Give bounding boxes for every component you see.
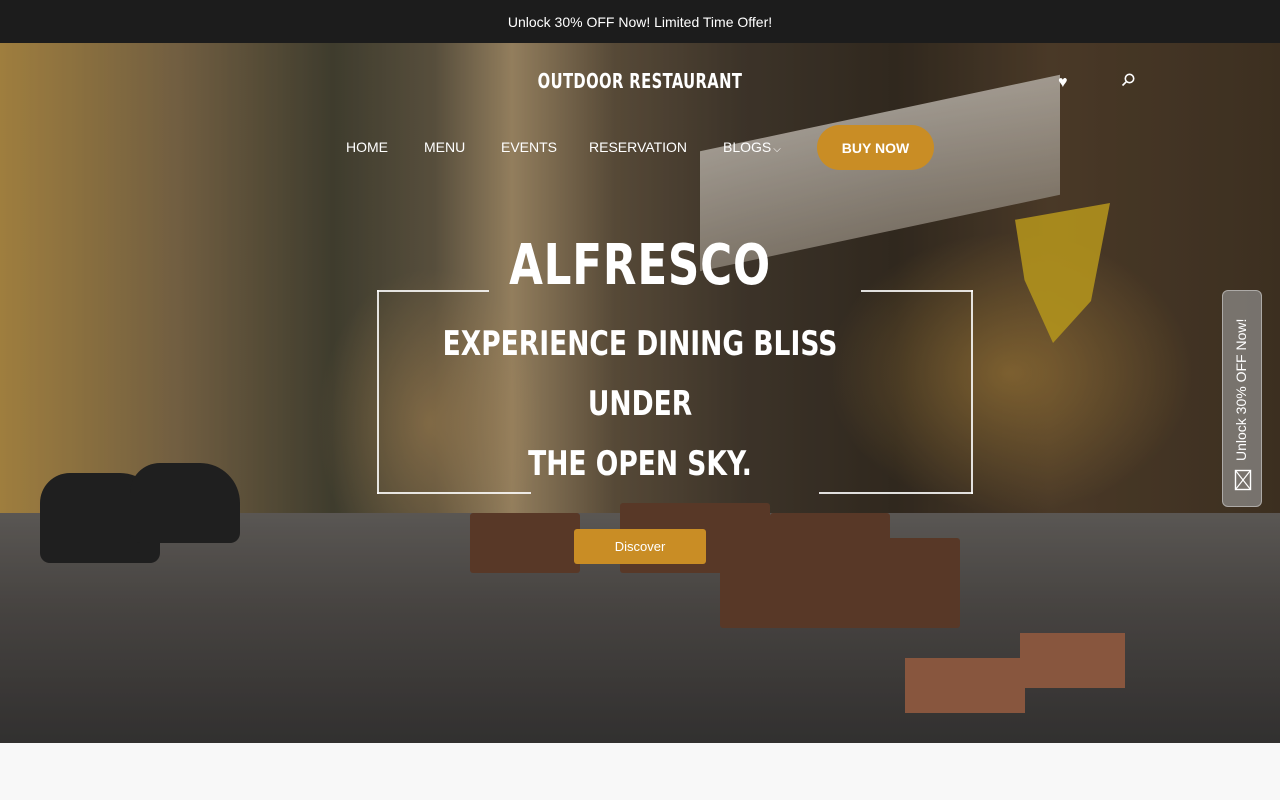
chevron-down-icon: ⌵ [773,144,781,155]
nav-events[interactable]: EVENTS [501,139,557,155]
nav-blogs[interactable]: BLOGS ⌵ [723,139,781,155]
nav-menu[interactable]: MENU [424,139,465,155]
discover-button[interactable]: Discover [574,529,706,564]
nav-blogs-label: BLOGS [723,139,772,155]
buy-now-button[interactable]: BUY NOW [817,125,934,170]
side-offer-tab[interactable]: Unlock 30% OFF Now! [1222,290,1262,507]
nav-home[interactable]: HOME [346,139,388,155]
gift-icon [1234,469,1252,491]
side-offer-label: Unlock 30% OFF Now! [1233,318,1249,461]
below-hero-section [0,743,1280,800]
announcement-bar: Unlock 30% OFF Now! Limited Time Offer! [0,0,1280,43]
hero-frame-line [819,492,973,494]
hero-subtitle-line-1: EXPERIENCE DINING BLISS [442,324,838,364]
hero-subtitle-line-3: THE OPEN SKY. [528,444,752,484]
nav-reservation[interactable]: RESERVATION [589,139,687,155]
heart-icon[interactable]: ♥ [1058,75,1074,91]
announcement-text: Unlock 30% OFF Now! Limited Time Offer! [507,13,773,30]
main-nav: HOME MENU EVENTS RESERVATION BLOGS ⌵ [0,125,1280,170]
hero-subtitle-line-2: UNDER [587,384,693,424]
hero-frame-line [377,492,531,494]
site-logo[interactable]: OUTDOOR RESTAURANT [115,69,1165,93]
hero-title: ALFRESCO [509,233,771,298]
search-icon[interactable] [1120,72,1136,88]
